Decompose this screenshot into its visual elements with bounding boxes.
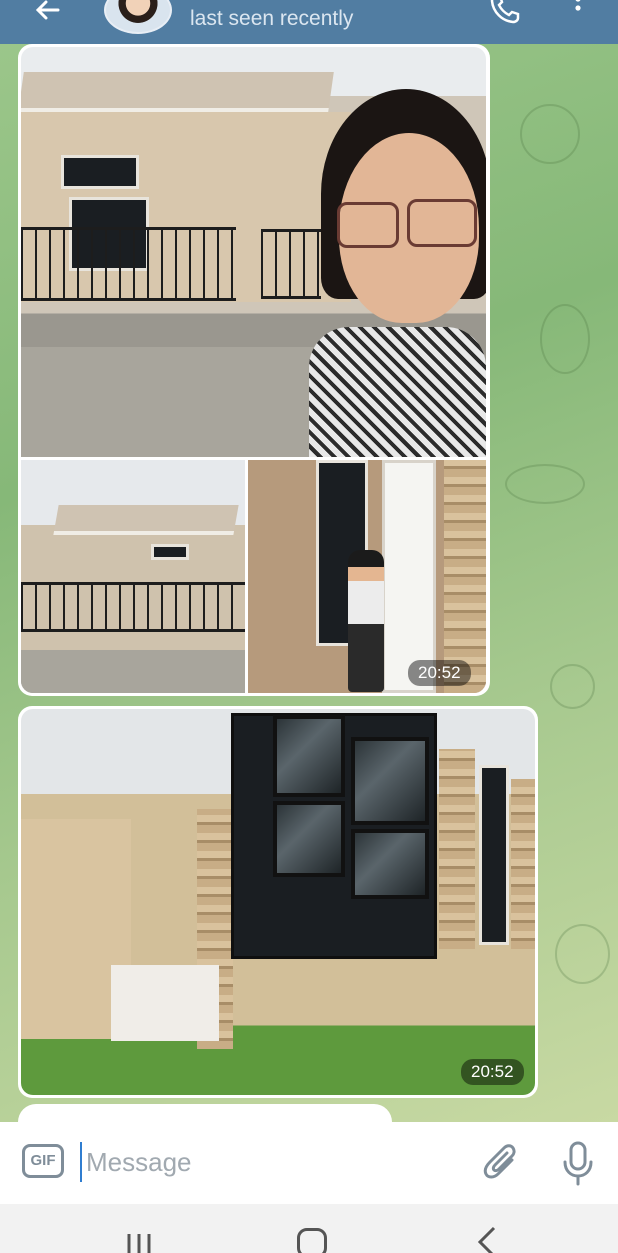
photo-house-front[interactable]	[21, 460, 245, 693]
phone-icon[interactable]	[488, 0, 522, 26]
nav-back-icon[interactable]	[474, 1226, 500, 1253]
window-pane	[273, 715, 345, 797]
message-timestamp: 20:52	[408, 660, 471, 686]
home-icon[interactable]	[297, 1228, 327, 1253]
window-pane	[273, 801, 345, 877]
message-timestamp: 20:52	[461, 1059, 524, 1085]
house-roof	[21, 72, 334, 112]
stone-pillar	[511, 779, 535, 949]
house-gate	[261, 229, 321, 299]
side-window	[479, 765, 509, 945]
gif-button[interactable]: GIF	[22, 1144, 64, 1178]
house-window	[151, 544, 189, 560]
avatar[interactable]	[104, 0, 172, 34]
house-window	[61, 155, 139, 189]
house-fence	[21, 227, 236, 301]
house-roof	[53, 505, 239, 535]
wallpaper-doodle	[540, 304, 590, 374]
back-arrow-icon[interactable]	[28, 0, 68, 30]
person-standing	[348, 550, 384, 692]
planter-box	[111, 965, 219, 1041]
photo-house-corner[interactable]: 20:52	[21, 709, 535, 1095]
wallpaper-doodle	[505, 464, 585, 504]
photo-house-entrance[interactable]: 20:52	[248, 460, 486, 693]
photo-message[interactable]: 20:52	[18, 706, 538, 1098]
chat-area[interactable]: 20:52 20:52	[0, 44, 618, 1122]
attach-icon[interactable]	[482, 1142, 522, 1186]
stone-pillar	[439, 749, 475, 949]
message-bubble-partial[interactable]	[18, 1104, 392, 1122]
window-pane	[351, 737, 429, 825]
more-vert-icon[interactable]	[568, 0, 588, 24]
chat-header: last seen recently	[0, 0, 618, 44]
driveway	[21, 650, 245, 693]
wallpaper-doodle	[520, 104, 580, 164]
recent-apps-icon[interactable]	[126, 1232, 152, 1253]
photo-house-selfie[interactable]	[21, 47, 486, 457]
photo-album-message[interactable]: 20:52	[18, 44, 490, 696]
window-pane	[351, 829, 429, 899]
message-composer: GIF	[0, 1122, 618, 1204]
stone-wall	[444, 460, 486, 693]
front-door	[382, 460, 436, 693]
house-fence	[21, 582, 245, 632]
wallpaper-doodle	[555, 924, 610, 984]
last-seen-status: last seen recently	[190, 7, 354, 30]
glasses	[337, 202, 399, 248]
wallpaper-doodle	[550, 664, 595, 709]
system-nav-bar	[0, 1204, 618, 1253]
message-input[interactable]	[80, 1142, 460, 1182]
selfie-shirt	[309, 327, 486, 457]
glasses	[407, 199, 477, 247]
mic-icon[interactable]	[560, 1140, 596, 1186]
driveway	[21, 347, 351, 457]
